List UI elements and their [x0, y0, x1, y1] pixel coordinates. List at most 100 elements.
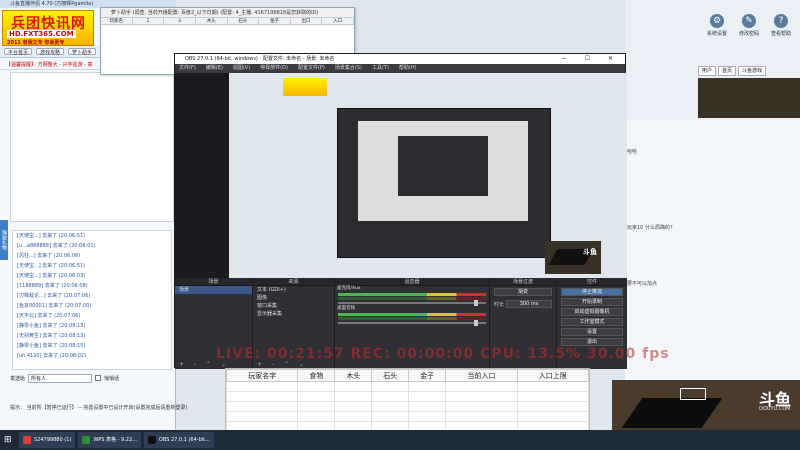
helper-window-title: 萝卜助手 (调查, 当前开播配置: 百度2_以下日期) (配置: 4_主播, 4…	[101, 8, 354, 18]
taskbar-item[interactable]: 524799880 (1)	[19, 432, 76, 448]
table-cell[interactable]	[225, 401, 299, 412]
audio-meter	[338, 317, 486, 320]
event-log: [天使宝...] 去来了 (20:06:51) [u...a888888] 去来了…	[12, 230, 172, 370]
recipient-select[interactable]: 所有人	[28, 373, 93, 383]
helper-column-header[interactable]: 出口	[291, 18, 323, 24]
windows-start-icon[interactable]: ⊞	[4, 435, 16, 445]
table-column-header[interactable]: 玩家名字	[225, 369, 299, 382]
table-cell[interactable]	[445, 391, 518, 402]
tab-douyu-game[interactable]: 斗鱼游戏	[738, 66, 767, 76]
change-password-label: 修改密码	[738, 31, 759, 37]
table-cell[interactable]	[408, 411, 447, 422]
table-cell[interactable]	[516, 401, 590, 412]
helper-column-header[interactable]: 2	[133, 18, 165, 24]
table-cell[interactable]	[297, 411, 336, 422]
table-cell[interactable]	[371, 411, 410, 422]
table-cell[interactable]	[516, 411, 590, 422]
obs-menu-item[interactable]: 文件(F)	[179, 64, 196, 73]
table-cell[interactable]	[408, 391, 447, 402]
help-label: 查看帮助	[770, 31, 791, 37]
volume-knob[interactable]	[474, 300, 478, 306]
obs-menu-item[interactable]: 工具(T)	[372, 64, 389, 73]
table-cell[interactable]	[297, 401, 336, 412]
obs-menu-item[interactable]: 配置文件(P)	[298, 64, 325, 73]
table-cell[interactable]	[371, 381, 410, 392]
helper-column-header[interactable]: 金子	[259, 18, 291, 24]
table-cell[interactable]	[445, 381, 518, 392]
whisper-checkbox[interactable]	[95, 375, 102, 381]
source-item[interactable]: 显示器采集	[253, 310, 334, 318]
table-cell[interactable]	[334, 391, 373, 402]
table-column-header[interactable]: 入口上限	[516, 369, 590, 382]
obs-menu-item[interactable]: 编辑(E)	[206, 64, 223, 73]
helper-column-header[interactable]: 木头	[196, 18, 228, 24]
event-log-row: [刃锋敌论...] 去来了 (20:07:06)	[17, 293, 91, 299]
preview-nested-obs	[337, 108, 551, 258]
helper-column-header[interactable]: 石头	[228, 18, 260, 24]
tab-user[interactable]: 用户	[698, 66, 717, 76]
table-cell[interactable]	[408, 401, 447, 412]
table-cell[interactable]	[297, 391, 336, 402]
window-controls[interactable]: — ☐ ✕	[561, 54, 621, 64]
transition-select[interactable]: 渐变	[494, 288, 552, 296]
change-password-button[interactable]: ✎ 修改密码	[734, 14, 764, 37]
table-column-header[interactable]: 金子	[408, 369, 447, 382]
table-cell[interactable]	[225, 381, 299, 392]
obs-menu-item[interactable]: 场景集合(S)	[335, 64, 362, 73]
side-tab-gifts[interactable]: 弹窗礼物	[0, 220, 8, 260]
taskbar-item-label: 524799880 (1)	[34, 437, 72, 443]
table-cell[interactable]	[334, 411, 373, 422]
volume-slider[interactable]	[338, 300, 486, 306]
scene-item[interactable]: 场景	[175, 286, 252, 294]
toolbar-button-home[interactable]: 平台首页	[4, 48, 33, 56]
logo-slogan: 2011 有我又专 你会更专	[7, 40, 65, 46]
tab-home[interactable]: 首页	[718, 66, 737, 76]
exit-button[interactable]: 退出	[561, 338, 623, 346]
helper-column-header[interactable]: 玩家名	[101, 18, 133, 24]
volume-knob[interactable]	[474, 320, 478, 326]
table-cell[interactable]	[225, 391, 299, 402]
table-cell[interactable]	[516, 381, 590, 392]
table-column-header[interactable]: 石头	[371, 369, 410, 382]
helper-column-header[interactable]: 入口	[322, 18, 354, 24]
table-cell[interactable]	[334, 401, 373, 412]
table-cell[interactable]	[334, 381, 373, 392]
table-column-header[interactable]: 食物	[297, 369, 336, 382]
table-cell[interactable]	[297, 381, 336, 392]
obs-menu-item[interactable]: 帮助(H)	[399, 64, 417, 73]
table-cell[interactable]	[516, 391, 590, 402]
mixer-header: 混音器	[335, 278, 489, 286]
source-item[interactable]: 文本 (GDI+)	[253, 286, 334, 294]
taskbar-item[interactable]: WPS 表格 - 9.22...	[78, 432, 141, 448]
source-item[interactable]: 窗口采集	[253, 302, 334, 310]
taskbar-item[interactable]: OBS 27.0.1 (64-bit...	[143, 432, 214, 448]
volume-slider[interactable]	[338, 320, 486, 326]
settings-button[interactable]: ⚙ 系统设置	[702, 14, 732, 37]
source-item[interactable]: 图像	[253, 294, 334, 302]
virtual-camera-button[interactable]: 启动虚拟摄像机	[561, 308, 623, 316]
studio-mode-button[interactable]: 工作室模式	[561, 318, 623, 326]
table-cell[interactable]	[408, 381, 447, 392]
table-column-header[interactable]: 木头	[334, 369, 373, 382]
start-recording-button[interactable]: 开始录制	[561, 298, 623, 306]
table-cell[interactable]	[371, 391, 410, 402]
duration-input[interactable]: 300 ms	[506, 300, 552, 308]
toolbar-button-helper[interactable]: 萝卜助手	[68, 48, 97, 56]
table-column-header[interactable]: 当前入口	[445, 369, 518, 382]
stop-streaming-button[interactable]: 停止推流	[561, 288, 623, 296]
event-log-row: [静零小鱼] 去来了 (20:08:15)	[17, 343, 86, 349]
table-cell[interactable]	[225, 411, 299, 422]
toolbar-button-guide[interactable]: 游戏攻略	[36, 48, 65, 56]
table-cell[interactable]	[445, 401, 518, 412]
helper-column-header[interactable]: 3	[164, 18, 196, 24]
table-cell[interactable]	[371, 401, 410, 412]
audio-meter	[338, 297, 486, 300]
site-logo[interactable]: 兵团快讯网 HD.FXT365.COM 2011 有我又专 你会更专	[2, 10, 94, 46]
settings-button-obs[interactable]: 设置	[561, 328, 623, 336]
obs-menu-item[interactable]: 视图(V)	[233, 64, 250, 73]
help-button[interactable]: ? 查看帮助	[766, 14, 796, 37]
audio-meter	[338, 313, 486, 316]
table-cell[interactable]	[445, 411, 518, 422]
obs-preview[interactable]: 斗鱼	[175, 73, 627, 278]
obs-menu-item[interactable]: 停靠部件(D)	[260, 64, 288, 73]
